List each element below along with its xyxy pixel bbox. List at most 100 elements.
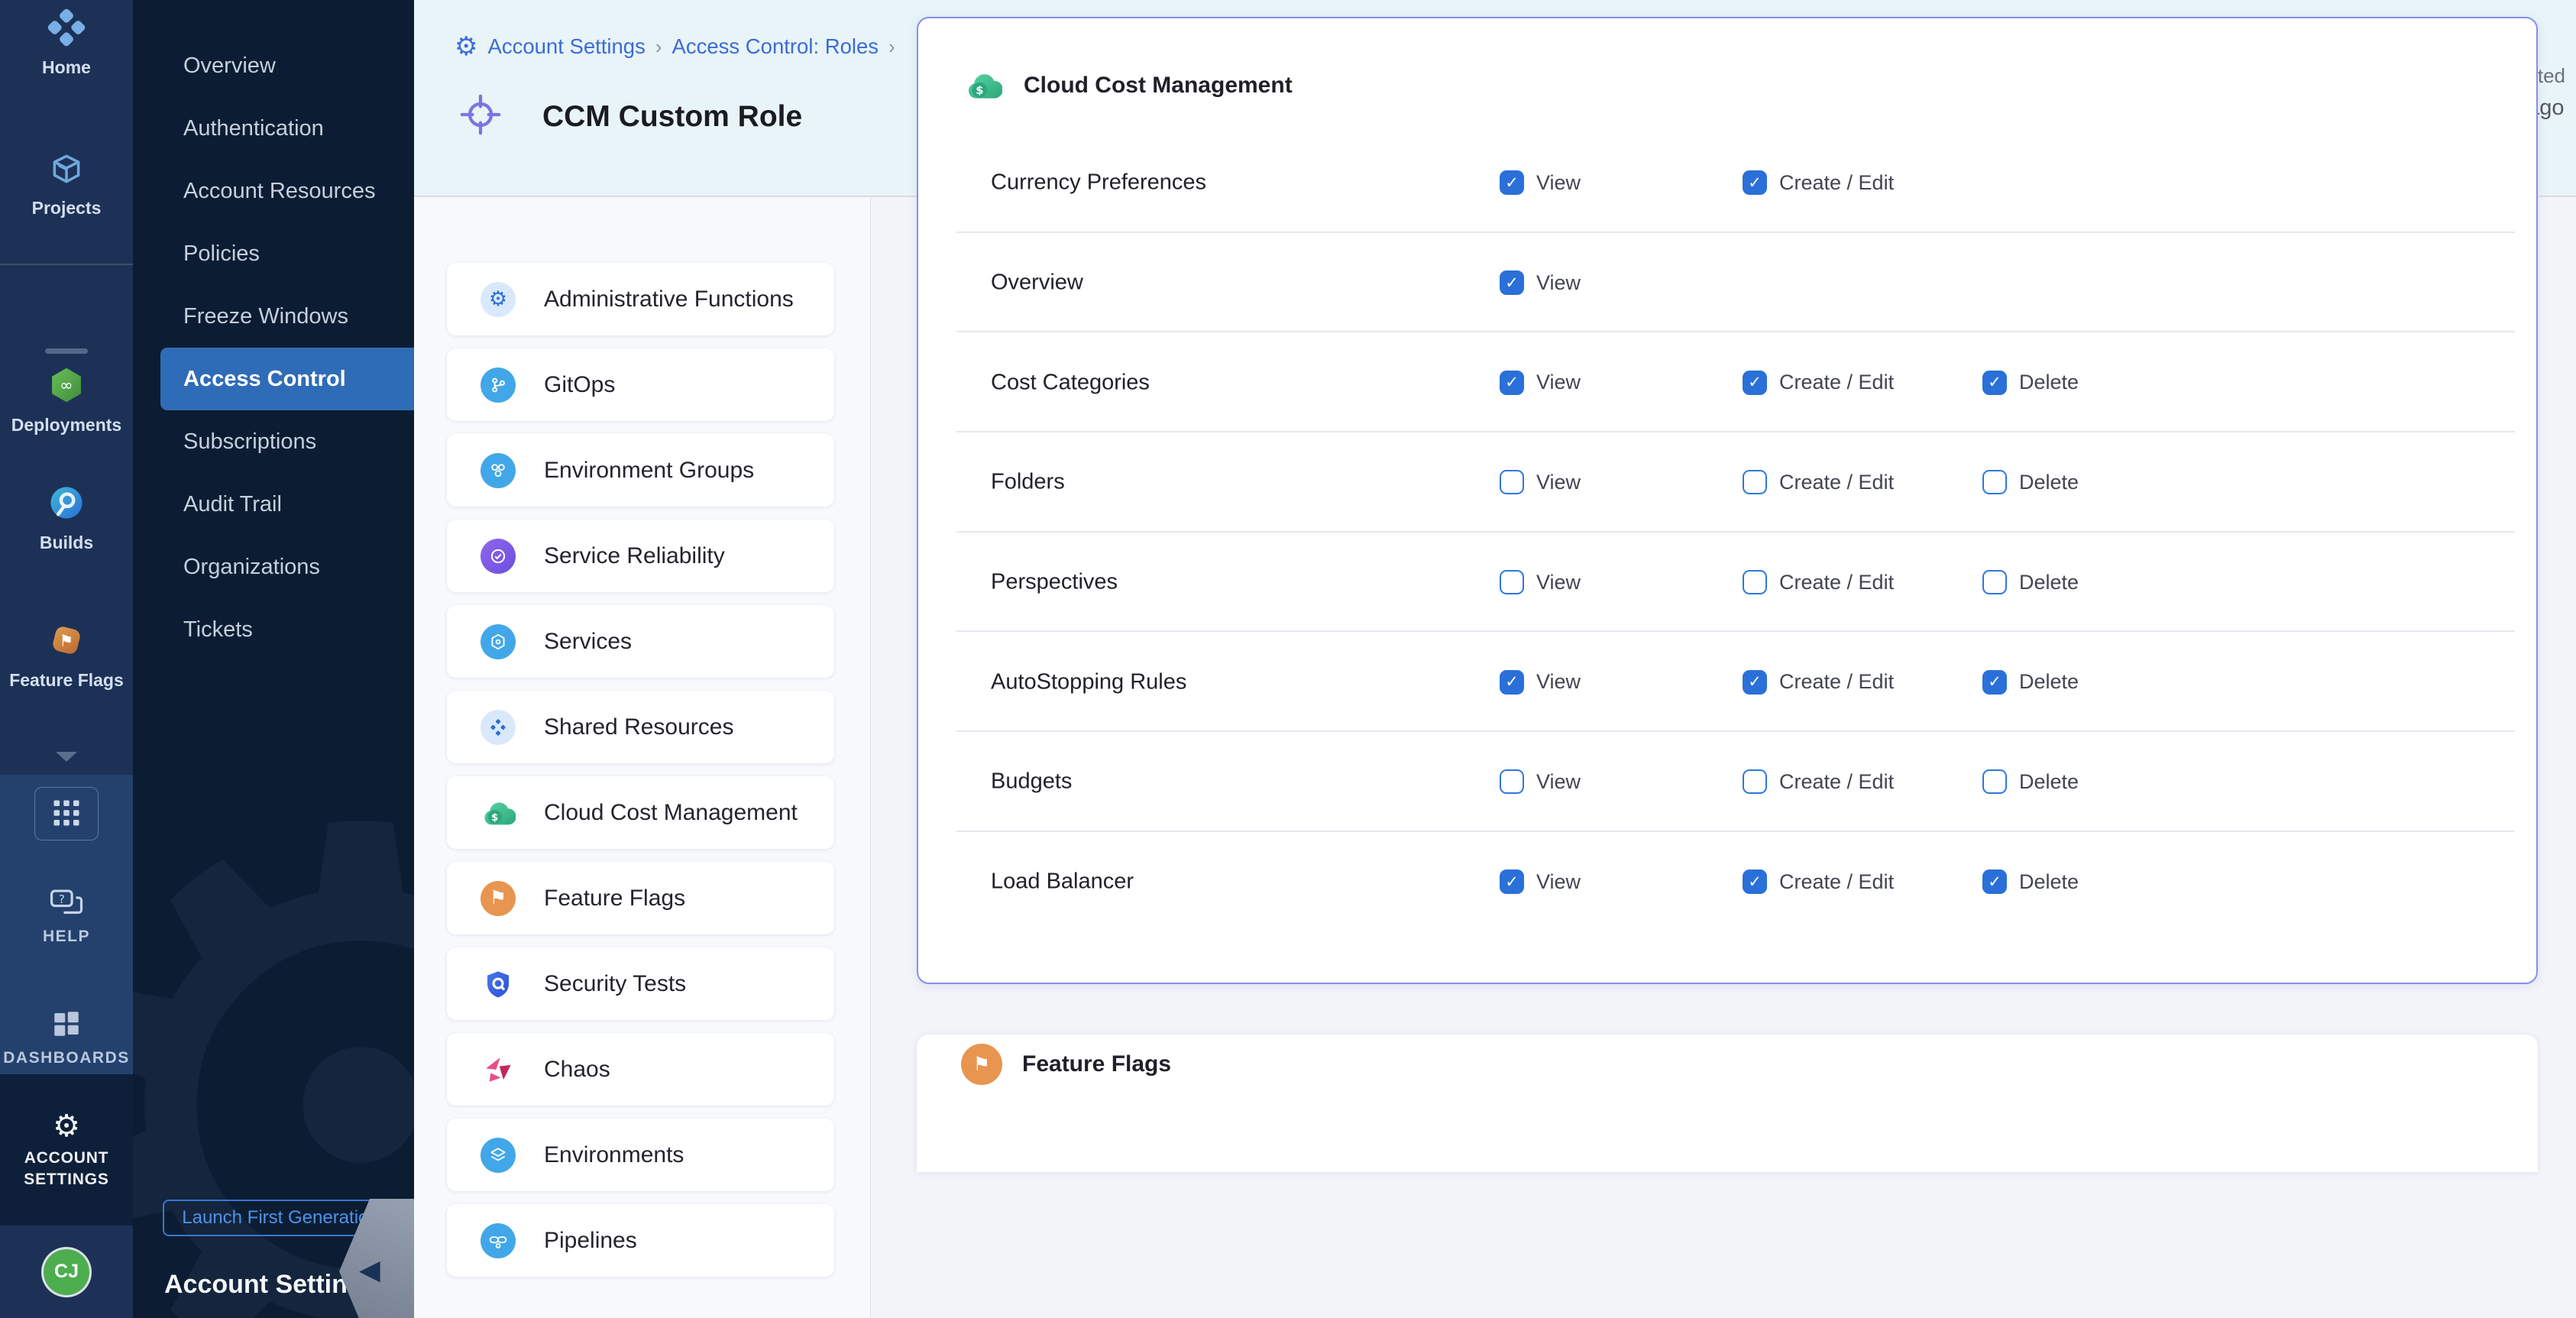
account-settings-label-line2: SETTINGS xyxy=(24,1171,108,1189)
budgets-create-edit-checkbox[interactable]: Create / Edit xyxy=(1743,769,1894,794)
permission-row-label: Folders xyxy=(991,470,1065,495)
autostopping-rules-view-checkbox[interactable]: View xyxy=(1500,670,1581,695)
resource-card-shared-resources[interactable]: Shared Resources xyxy=(447,691,834,763)
cost-categories-create-edit-checkbox[interactable]: Create / Edit xyxy=(1743,371,1894,395)
builds-icon xyxy=(47,483,86,526)
rail-item-home[interactable]: Home xyxy=(0,8,133,76)
collapse-panel-icon[interactable]: ◀ xyxy=(359,1254,380,1286)
checkbox-checked xyxy=(1500,869,1524,894)
breadcrumb-link-account-settings[interactable]: Account Settings xyxy=(487,34,645,59)
rail-item-label: Builds xyxy=(40,533,93,552)
currency-preferences-create-edit-checkbox[interactable]: Create / Edit xyxy=(1743,170,1894,195)
resource-card-environment-groups[interactable]: Environment Groups xyxy=(447,434,834,507)
menu-item-subscriptions[interactable]: Subscriptions xyxy=(133,410,414,473)
resource-card-label: Shared Resources xyxy=(544,714,733,740)
resource-card-service-reliability[interactable]: Service Reliability xyxy=(447,520,834,592)
shield-icon xyxy=(481,967,516,1002)
checkbox-label: Create / Edit xyxy=(1779,471,1894,494)
resource-card-label: GitOps xyxy=(544,372,615,398)
resource-card-label: Security Tests xyxy=(544,971,686,997)
cost-categories-view-checkbox[interactable]: View xyxy=(1500,371,1581,395)
budgets-view-checkbox[interactable]: View xyxy=(1500,769,1581,794)
resource-card-feature-flags[interactable]: ⚑Feature Flags xyxy=(447,862,834,934)
breadcrumb-link-access-control-roles[interactable]: Access Control: Roles xyxy=(672,34,879,59)
checkbox-label: Delete xyxy=(2019,670,2079,694)
checkbox-checked xyxy=(1743,371,1767,395)
menu-item-account-resources[interactable]: Account Resources xyxy=(133,160,414,222)
breadcrumb-separator: › xyxy=(888,35,895,59)
section-header-feature-flags: ⚑ Feature Flags xyxy=(961,1044,1171,1085)
resource-card-label: Environment Groups xyxy=(544,458,754,484)
overview-view-checkbox[interactable]: View xyxy=(1500,270,1581,295)
rail-item-label: Projects xyxy=(32,199,102,217)
perspectives-view-checkbox[interactable]: View xyxy=(1500,570,1581,594)
menu-item-authentication[interactable]: Authentication xyxy=(133,97,414,160)
load-balancer-create-edit-checkbox[interactable]: Create / Edit xyxy=(1743,869,1894,894)
menu-item-freeze-windows[interactable]: Freeze Windows xyxy=(133,285,414,348)
load-balancer-delete-checkbox[interactable]: Delete xyxy=(1982,869,2079,894)
permission-row-overview: OverviewView xyxy=(918,233,2536,333)
folders-view-checkbox[interactable]: View xyxy=(1500,470,1581,494)
menu-item-tickets[interactable]: Tickets xyxy=(133,598,414,661)
sidebar-item-help[interactable]: ? HELP xyxy=(0,888,133,946)
menu-item-policies[interactable]: Policies xyxy=(133,222,414,285)
role-crosshair-icon xyxy=(457,91,504,142)
cube-icon xyxy=(47,150,86,192)
dashboards-icon xyxy=(50,1008,83,1044)
svg-text:?: ? xyxy=(59,892,65,906)
git-branch-icon xyxy=(481,368,516,403)
resource-card-label: Services xyxy=(544,629,632,655)
resource-card-security-tests[interactable]: Security Tests xyxy=(447,947,834,1020)
checkbox-label: Create / Edit xyxy=(1779,571,1894,594)
menu-item-overview[interactable]: Overview xyxy=(133,34,414,97)
module-grid-button[interactable] xyxy=(34,787,99,840)
folders-create-edit-checkbox[interactable]: Create / Edit xyxy=(1743,470,1894,494)
rail-item-projects[interactable]: Projects xyxy=(0,150,133,217)
sidebar-item-dashboards[interactable]: DASHBOARDS xyxy=(0,1008,133,1067)
currency-preferences-view-checkbox[interactable]: View xyxy=(1500,170,1581,195)
app-root: Home Projects ∞Deployments Builds ⚑Feature F… xyxy=(0,0,2576,1318)
permission-row-label: Currency Preferences xyxy=(991,170,1206,196)
resource-card-pipelines[interactable]: Pipelines xyxy=(447,1204,834,1277)
sidebar-item-account-settings[interactable]: ⚙ ACCOUNT SETTINGS xyxy=(0,1074,133,1226)
services-hexagon-icon xyxy=(481,624,516,659)
folders-delete-checkbox[interactable]: Delete xyxy=(1982,470,2079,494)
flag-circle-icon: ⚑ xyxy=(481,881,516,916)
menu-item-audit-trail[interactable]: Audit Trail xyxy=(133,473,414,536)
budgets-delete-checkbox[interactable]: Delete xyxy=(1982,769,2079,794)
rail-item-builds[interactable]: Builds xyxy=(0,483,133,552)
autostopping-rules-delete-checkbox[interactable]: Delete xyxy=(1982,670,2079,695)
chevron-down-icon[interactable] xyxy=(56,752,77,762)
resource-card-chaos[interactable]: Chaos xyxy=(447,1033,834,1106)
rail-item-feature-flags[interactable]: ⚑Feature Flags xyxy=(0,620,133,689)
resource-card-services[interactable]: Services xyxy=(447,605,834,678)
rail-item-deployments[interactable]: ∞Deployments xyxy=(0,365,133,434)
checkbox-label: View xyxy=(1536,770,1581,794)
resource-card-administrative-functions[interactable]: ⚙Administrative Functions xyxy=(447,263,834,335)
rail-lower-section: ? HELP DASHBOARDS xyxy=(0,775,133,1074)
checkbox-unchecked xyxy=(1743,769,1767,794)
permission-row-budgets: BudgetsViewCreate / EditDelete xyxy=(918,732,2536,832)
autostopping-rules-create-edit-checkbox[interactable]: Create / Edit xyxy=(1743,670,1894,695)
checkbox-checked xyxy=(1982,869,2007,894)
resource-card-cloud-cost-management[interactable]: $Cloud Cost Management xyxy=(447,776,834,849)
resource-card-label: Service Reliability xyxy=(544,543,725,569)
menu-item-organizations[interactable]: Organizations xyxy=(133,536,414,598)
resource-card-gitops[interactable]: GitOps xyxy=(447,348,834,421)
gear-circle-icon: ⚙ xyxy=(481,282,516,317)
checkbox-unchecked xyxy=(1743,570,1767,594)
cost-categories-delete-checkbox[interactable]: Delete xyxy=(1982,371,2079,395)
checkbox-checked xyxy=(1743,670,1767,695)
resource-card-label: Pipelines xyxy=(544,1228,637,1254)
perspectives-create-edit-checkbox[interactable]: Create / Edit xyxy=(1743,570,1894,594)
resource-list-column: ⚙Administrative Functions GitOps Environme… xyxy=(414,197,871,1318)
checkbox-unchecked xyxy=(1982,470,2007,494)
checkbox-label: Delete xyxy=(2019,571,2079,594)
checkbox-label: Delete xyxy=(2019,770,2079,794)
resource-card-environments[interactable]: Environments xyxy=(447,1119,834,1191)
menu-item-access-control[interactable]: Access Control xyxy=(160,348,414,410)
avatar[interactable]: CJ xyxy=(44,1249,89,1295)
help-icon: ? xyxy=(49,888,84,922)
load-balancer-view-checkbox[interactable]: View xyxy=(1500,869,1581,894)
perspectives-delete-checkbox[interactable]: Delete xyxy=(1982,570,2079,594)
